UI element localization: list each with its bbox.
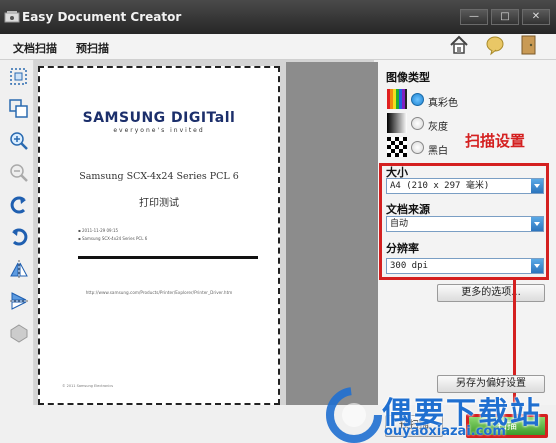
preview-bullet-1: 2011-11-29 09:15	[81, 228, 119, 233]
scan-preview-page[interactable]: SAMSUNG DIGITall everyone's invited Sams…	[38, 66, 280, 405]
menu-scan-document[interactable]: 文档扫描	[13, 40, 57, 56]
flip-vertical-icon[interactable]	[8, 290, 30, 312]
grayscale-label: 灰度	[428, 122, 448, 133]
close-button[interactable]: ✕	[522, 9, 550, 25]
source-title: 文档来源	[386, 203, 430, 216]
black-white-label: 黑白	[428, 146, 448, 157]
chevron-down-icon[interactable]	[531, 179, 543, 193]
minimize-button[interactable]: —	[460, 9, 488, 25]
source-select[interactable]: 自动	[386, 216, 544, 232]
preview-rule	[78, 256, 258, 259]
true-color-label: 真彩色	[428, 98, 458, 109]
radio-true-color[interactable]	[411, 93, 424, 106]
maximize-button[interactable]: □	[491, 9, 519, 25]
image-type-title: 图像类型	[386, 71, 430, 84]
more-options-button[interactable]: 更多的选项...	[437, 284, 545, 302]
resolution-select[interactable]: 300 dpi	[386, 258, 544, 274]
menu-bar: 文档扫描 预扫描	[0, 34, 556, 60]
preview-corner-note: © 2011 Samsung Electronics	[62, 384, 114, 388]
zoom-in-icon[interactable]	[8, 130, 30, 152]
select-area-icon[interactable]	[8, 66, 30, 88]
preview-subheading: 打印测试	[139, 198, 179, 209]
true-color-swatch-icon	[387, 89, 407, 109]
preview-bullet-2: Samsung SCX-4x24 Series PCL 6	[81, 236, 148, 241]
app-icon	[4, 11, 20, 23]
reset-icon[interactable]	[8, 322, 30, 344]
chevron-down-icon[interactable]	[531, 217, 543, 231]
scan-settings-annotation: 扫描设置	[465, 132, 526, 150]
brand-logo: SAMSUNG DIGITall	[82, 110, 236, 126]
help-bubble-icon[interactable]	[484, 34, 506, 56]
resolution-title: 分辨率	[386, 242, 419, 255]
grayscale-swatch-icon	[387, 113, 407, 133]
zoom-out-icon[interactable]	[8, 162, 30, 184]
size-select-value: A4 (210 x 297 毫米)	[390, 181, 490, 191]
source-select-value: 自动	[390, 219, 409, 229]
home-icon[interactable]	[448, 34, 470, 56]
preview-heading: Samsung SCX-4x24 Series PCL 6	[79, 171, 239, 182]
chevron-down-icon[interactable]	[531, 259, 543, 273]
radio-grayscale[interactable]	[411, 117, 424, 130]
window-title: Easy Document Creator	[22, 10, 182, 24]
title-bar: Easy Document Creator — □ ✕	[0, 0, 556, 34]
rotate-left-icon[interactable]	[8, 194, 30, 216]
menu-prescan[interactable]: 预扫描	[76, 40, 109, 56]
brand-tagline: everyone's invited	[113, 127, 205, 134]
preview-margin	[286, 62, 378, 408]
exit-door-icon[interactable]	[519, 34, 539, 56]
multi-select-icon[interactable]	[8, 98, 30, 120]
watermark-url: ouyaoxiazai.com	[384, 424, 506, 439]
preview-footer-url: http://www.samsung.com/Products/Printer/…	[85, 290, 233, 295]
resolution-select-value: 300 dpi	[390, 261, 428, 271]
size-select[interactable]: A4 (210 x 297 毫米)	[386, 178, 544, 194]
radio-black-white[interactable]	[411, 141, 424, 154]
left-toolbar	[0, 60, 34, 420]
flip-horizontal-icon[interactable]	[8, 258, 30, 280]
black-white-swatch-icon	[387, 137, 407, 157]
rotate-right-icon[interactable]	[8, 226, 30, 248]
